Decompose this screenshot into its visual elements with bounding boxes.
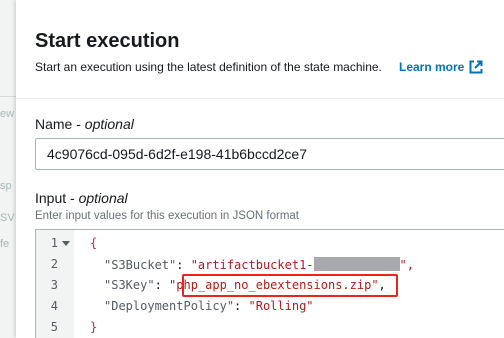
line-number: 4 [50, 299, 58, 313]
background-divider [0, 96, 16, 97]
s3key-highlight-box [182, 274, 398, 297]
background-fragment: fe [0, 238, 10, 250]
line-number: 3 [50, 278, 58, 292]
input-label: Input - optional [35, 190, 128, 206]
background-fragment: SV [0, 212, 15, 224]
editor-gutter: 1 2 3 4 5 [36, 230, 74, 338]
dialog-subtitle: Start an execution using the latest defi… [35, 60, 382, 74]
redacted-block [313, 257, 400, 271]
background-fragment: ew [0, 108, 15, 120]
learn-more-link[interactable]: Learn more [399, 60, 464, 74]
line-number: 5 [50, 320, 58, 334]
line-number: 1 [50, 236, 58, 250]
name-input[interactable] [35, 138, 504, 170]
code-open-brace: { [90, 236, 98, 250]
external-link-icon[interactable] [468, 59, 484, 75]
start-execution-dialog: Start execution Start an execution using… [16, 0, 504, 338]
line-number: 2 [50, 257, 58, 271]
code-close-brace: } [90, 320, 98, 334]
fold-arrow-icon[interactable] [62, 241, 70, 247]
input-hint: Enter input values for this execution in… [35, 210, 299, 222]
code-line-deployment-policy: "DeploymentPolicy": "Rolling" [104, 299, 314, 313]
json-input-editor[interactable]: 1 2 3 4 5 { "S3Bucket": "artifactbucket1… [35, 229, 504, 338]
dialog-title: Start execution [35, 30, 180, 52]
code-line-s3bucket: "S3Bucket": "artifactbucket1- ", [104, 257, 414, 272]
background-fragment: sp [0, 180, 12, 192]
dialog-header: Start execution Start an execution using… [16, 0, 504, 99]
name-label: Name - optional [35, 116, 134, 132]
